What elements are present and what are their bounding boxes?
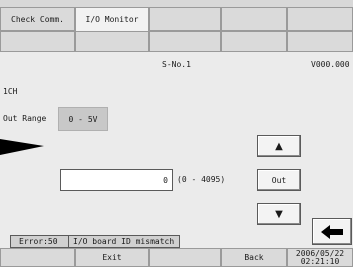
down-arrow-icon: ▼ bbox=[275, 208, 283, 220]
channel-label: 1CH bbox=[3, 87, 18, 96]
out-button-label: Out bbox=[271, 175, 287, 185]
tab-row2-5[interactable] bbox=[287, 31, 353, 52]
back-button[interactable]: Back bbox=[221, 248, 287, 267]
time-label: 02:21:10 bbox=[300, 256, 340, 266]
out-range-value-box: 0 - 5V bbox=[58, 107, 108, 131]
output-value: 0 bbox=[163, 176, 168, 185]
tab-row2-4[interactable] bbox=[221, 31, 287, 52]
up-arrow-icon: ▲ bbox=[275, 140, 283, 152]
tab-empty-3[interactable] bbox=[287, 7, 353, 31]
output-range-hint: (0 - 4095) bbox=[177, 175, 226, 184]
tab-check-comm-label: Check Comm. bbox=[11, 14, 64, 24]
error-code: Error:50 bbox=[19, 237, 58, 246]
left-arrow-icon bbox=[321, 224, 343, 239]
exit-button[interactable]: Exit bbox=[75, 248, 149, 267]
back-arrow-button[interactable] bbox=[312, 218, 352, 245]
up-button[interactable]: ▲ bbox=[257, 135, 301, 157]
version-label: V000.000 bbox=[311, 60, 350, 69]
status-message: I/O board ID mismatch bbox=[73, 237, 175, 246]
out-range-label: Out Range bbox=[3, 114, 47, 123]
tab-row2-3[interactable] bbox=[149, 31, 221, 52]
slot-number-label: S-No.1 bbox=[162, 60, 191, 69]
footer-cell-1[interactable] bbox=[0, 248, 75, 267]
output-value-field[interactable]: 0 bbox=[60, 169, 173, 191]
top-tab-bar: Check Comm. I/O Monitor bbox=[0, 0, 353, 52]
footer-bar: Exit Back 2006/05/22 02:21:10 bbox=[0, 248, 353, 267]
tab-io-monitor-label: I/O Monitor bbox=[85, 15, 139, 24]
tab-row2-1[interactable] bbox=[0, 31, 75, 52]
out-range-value: 0 - 5V bbox=[68, 114, 98, 124]
tab-row2-2[interactable] bbox=[75, 31, 149, 52]
tab-io-monitor[interactable]: I/O Monitor bbox=[75, 7, 149, 31]
down-button[interactable]: ▼ bbox=[257, 203, 301, 225]
back-button-label: Back bbox=[244, 253, 264, 262]
pointer-arrow-icon bbox=[0, 139, 44, 155]
datetime-display: 2006/05/22 02:21:10 bbox=[287, 248, 353, 267]
tab-empty-2[interactable] bbox=[221, 7, 287, 31]
error-status-bar: Error:50 I/O board ID mismatch bbox=[10, 235, 180, 248]
exit-button-label: Exit bbox=[102, 253, 122, 262]
tab-check-comm[interactable]: Check Comm. bbox=[0, 7, 75, 31]
out-button[interactable]: Out bbox=[257, 169, 301, 191]
status-divider bbox=[68, 236, 69, 247]
footer-cell-3[interactable] bbox=[149, 248, 221, 267]
tab-empty-1[interactable] bbox=[149, 7, 221, 31]
